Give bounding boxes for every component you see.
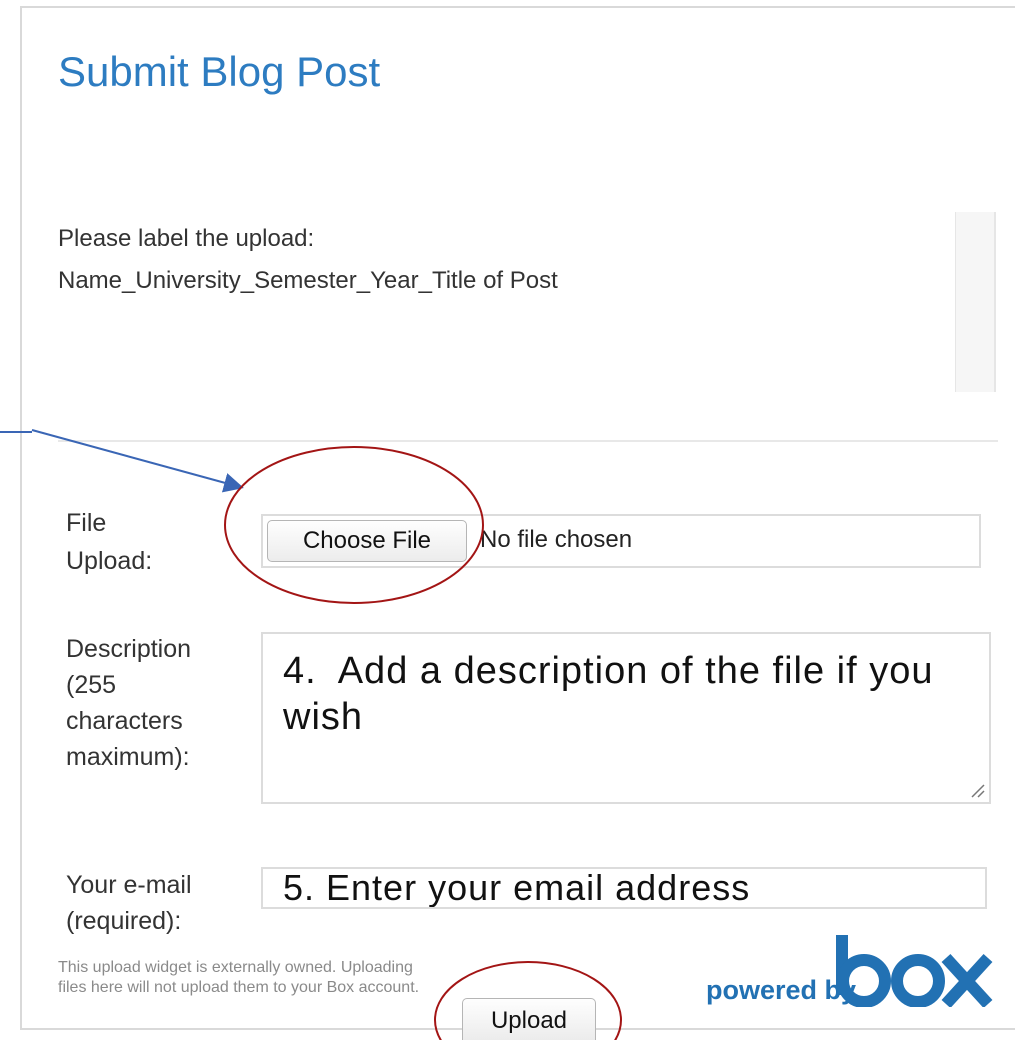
email-label-line-1: Your e-mail <box>66 871 192 899</box>
upload-button[interactable]: Upload <box>462 998 596 1040</box>
divider <box>58 440 998 442</box>
instructions-scrollbar[interactable] <box>955 212 994 392</box>
file-upload-label-line-1: File <box>66 509 107 537</box>
choose-file-button[interactable]: Choose File <box>267 520 467 562</box>
description-label-line-4: maximum): <box>66 743 190 771</box>
email-input[interactable] <box>261 867 987 909</box>
description-label-line-3: characters <box>66 707 183 735</box>
disclaimer-line-2: files here will not upload them to your … <box>58 979 420 996</box>
instructions-line-1: Please label the upload: <box>58 225 315 252</box>
file-status-text: No file chosen <box>480 526 633 553</box>
description-label-line-2: (255 <box>66 671 117 699</box>
disclaimer: This upload widget is externally owned. … <box>58 958 538 998</box>
instructions-line-2: Name_University_Semester_Year_Title of P… <box>58 267 558 294</box>
description-label-line-1: Description <box>66 635 192 663</box>
description-textarea[interactable]: 4. Add a description of the file if you … <box>261 632 991 804</box>
box-logo-icon: box <box>836 935 993 1007</box>
powered-by-text: powered by <box>706 975 857 1005</box>
file-upload-label-line-2: Upload: <box>66 547 153 575</box>
disclaimer-line-1: This upload widget is externally owned. … <box>58 959 413 976</box>
email-label-line-2: (required): <box>66 907 182 935</box>
resize-handle-icon[interactable] <box>969 782 985 798</box>
page-title: Submit Blog Post <box>58 48 381 95</box>
